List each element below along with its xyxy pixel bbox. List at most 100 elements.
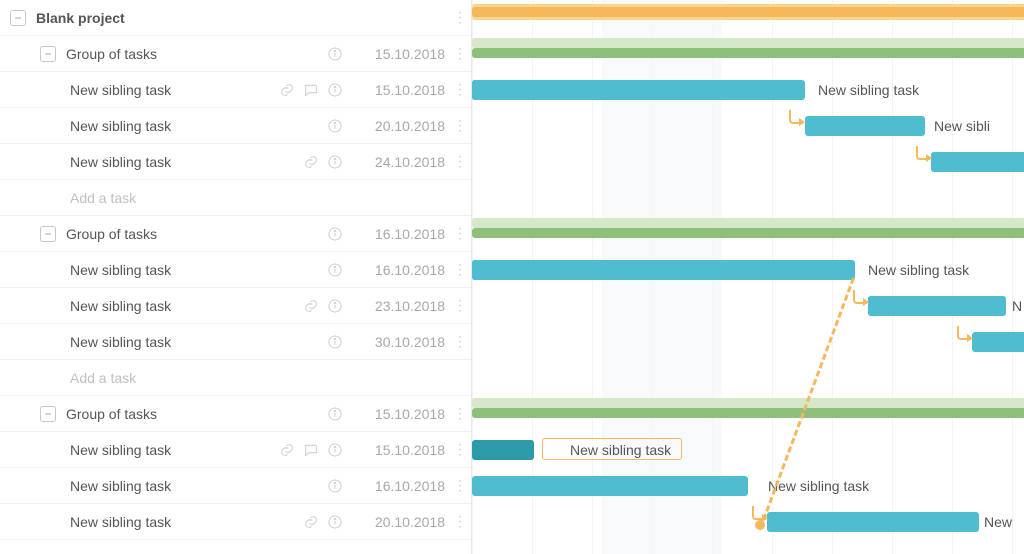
task-name[interactable]: New sibling task xyxy=(70,478,327,494)
row-date: 20.10.2018 xyxy=(343,118,453,134)
row-menu-icon[interactable]: ⋮ xyxy=(453,477,465,494)
task-row[interactable]: New sibling task30.10.2018⋮ xyxy=(0,324,471,360)
row-menu-icon[interactable]: ⋮ xyxy=(453,81,465,98)
info-icon[interactable] xyxy=(327,514,343,530)
task-row[interactable]: New sibling task23.10.2018⋮ xyxy=(0,288,471,324)
row-date: 16.10.2018 xyxy=(343,226,453,242)
task-name[interactable]: New sibling task xyxy=(70,298,303,314)
gantt-lane xyxy=(472,396,1024,432)
gantt-panel: New sibling taskNew sibliNew sibling tas… xyxy=(472,0,1024,554)
task-name[interactable]: New sibling task xyxy=(70,514,303,530)
gantt-bar[interactable] xyxy=(472,218,1024,228)
gantt-lane xyxy=(472,0,1024,36)
gantt-bar[interactable] xyxy=(472,7,1024,17)
add-name[interactable]: Add a task xyxy=(70,370,343,386)
link-icon[interactable] xyxy=(303,154,319,170)
group-row[interactable]: −Group of tasks 15.10.2018⋮ xyxy=(0,396,471,432)
group-row[interactable]: −Group of tasks 16.10.2018⋮ xyxy=(0,216,471,252)
info-icon[interactable] xyxy=(327,298,343,314)
add-row[interactable]: Add a task xyxy=(0,360,471,396)
gantt-lane: New sibling task xyxy=(472,252,1024,288)
task-name[interactable]: New sibling task xyxy=(70,262,327,278)
task-row[interactable]: New sibling task15.10.2018⋮ xyxy=(0,432,471,468)
gantt-bar[interactable] xyxy=(472,408,1024,418)
info-icon[interactable] xyxy=(327,334,343,350)
gantt-bar[interactable] xyxy=(472,440,534,460)
collapse-toggle[interactable]: − xyxy=(10,10,26,26)
task-row[interactable]: New sibling task 20.10.2018⋮ xyxy=(0,108,471,144)
row-menu-icon[interactable]: ⋮ xyxy=(453,297,465,314)
row-date: 15.10.2018 xyxy=(343,406,453,422)
link-icon[interactable] xyxy=(303,298,319,314)
row-icons xyxy=(303,514,343,530)
task-row[interactable]: New sibling task24.10.2018⋮ xyxy=(0,144,471,180)
task-name[interactable]: New sibling task xyxy=(70,442,279,458)
group-name[interactable]: Group of tasks xyxy=(66,46,327,62)
gantt-bar[interactable] xyxy=(472,228,1024,238)
info-icon[interactable] xyxy=(327,442,343,458)
collapse-toggle[interactable]: − xyxy=(40,46,56,62)
info-icon[interactable] xyxy=(327,226,343,242)
gantt-bar[interactable] xyxy=(767,512,979,532)
link-icon[interactable] xyxy=(303,514,319,530)
gantt-bar[interactable] xyxy=(868,296,1006,316)
row-menu-icon[interactable]: ⋮ xyxy=(453,117,465,134)
gantt-lane: New sibling task xyxy=(472,432,1024,468)
gantt-bar[interactable] xyxy=(972,332,1024,352)
link-icon[interactable] xyxy=(279,82,295,98)
info-icon[interactable] xyxy=(327,82,343,98)
group-name[interactable]: Group of tasks xyxy=(66,226,327,242)
row-menu-icon[interactable]: ⋮ xyxy=(453,153,465,170)
gantt-bar[interactable] xyxy=(472,260,855,280)
task-name[interactable]: New sibling task xyxy=(70,154,303,170)
info-icon[interactable] xyxy=(327,262,343,278)
group-name[interactable]: Group of tasks xyxy=(66,406,327,422)
gantt-bar[interactable] xyxy=(472,48,1024,58)
task-name[interactable]: New sibling task xyxy=(70,334,327,350)
task-row[interactable]: New sibling task16.10.2018⋮ xyxy=(0,252,471,288)
comment-icon[interactable] xyxy=(303,82,319,98)
collapse-toggle[interactable]: − xyxy=(40,406,56,422)
row-menu-icon[interactable]: ⋮ xyxy=(453,261,465,278)
row-menu-icon[interactable]: ⋮ xyxy=(453,441,465,458)
row-date: 15.10.2018 xyxy=(343,46,453,62)
info-icon[interactable] xyxy=(327,154,343,170)
row-icons xyxy=(327,478,343,494)
dependency-arrow-icon xyxy=(789,110,803,124)
info-icon[interactable] xyxy=(327,406,343,422)
row-menu-icon[interactable]: ⋮ xyxy=(453,45,465,62)
row-menu-icon[interactable]: ⋮ xyxy=(453,405,465,422)
gantt-bar[interactable] xyxy=(472,476,748,496)
add-row[interactable]: Add a task xyxy=(0,180,471,216)
task-row[interactable]: New sibling task20.10.2018⋮ xyxy=(0,504,471,540)
row-menu-icon[interactable]: ⋮ xyxy=(453,9,465,26)
gantt-bar[interactable] xyxy=(472,80,805,100)
row-icons xyxy=(279,82,343,98)
gantt-bar[interactable] xyxy=(472,398,1024,408)
task-row[interactable]: New sibling task16.10.2018⋮ xyxy=(0,468,471,504)
link-icon[interactable] xyxy=(279,442,295,458)
info-icon[interactable] xyxy=(327,478,343,494)
gantt-bar[interactable] xyxy=(931,152,1024,172)
group-row[interactable]: −Group of tasks 15.10.2018⋮ xyxy=(0,36,471,72)
gantt-bar[interactable] xyxy=(805,116,925,136)
task-name[interactable]: New sibling task xyxy=(70,118,327,134)
info-icon[interactable] xyxy=(327,118,343,134)
info-icon[interactable] xyxy=(327,46,343,62)
project-name[interactable]: Blank project xyxy=(36,10,343,26)
collapse-toggle[interactable]: − xyxy=(40,226,56,242)
gantt-lane: N xyxy=(472,288,1024,324)
row-icons xyxy=(327,262,343,278)
add-name[interactable]: Add a task xyxy=(70,190,343,206)
row-menu-icon[interactable]: ⋮ xyxy=(453,225,465,242)
bar-label: N xyxy=(1012,296,1022,316)
row-menu-icon[interactable]: ⋮ xyxy=(453,333,465,350)
gantt-app: −Blank project⋮−Group of tasks15.10.2018… xyxy=(0,0,1024,554)
task-name[interactable]: New sibling task xyxy=(70,82,279,98)
task-row[interactable]: New sibling task15.10.2018⋮ xyxy=(0,72,471,108)
gantt-bar[interactable] xyxy=(472,38,1024,48)
project-row[interactable]: −Blank project ⋮ xyxy=(0,0,471,36)
bar-label: New sibling task xyxy=(570,440,671,460)
row-menu-icon[interactable]: ⋮ xyxy=(453,513,465,530)
comment-icon[interactable] xyxy=(303,442,319,458)
